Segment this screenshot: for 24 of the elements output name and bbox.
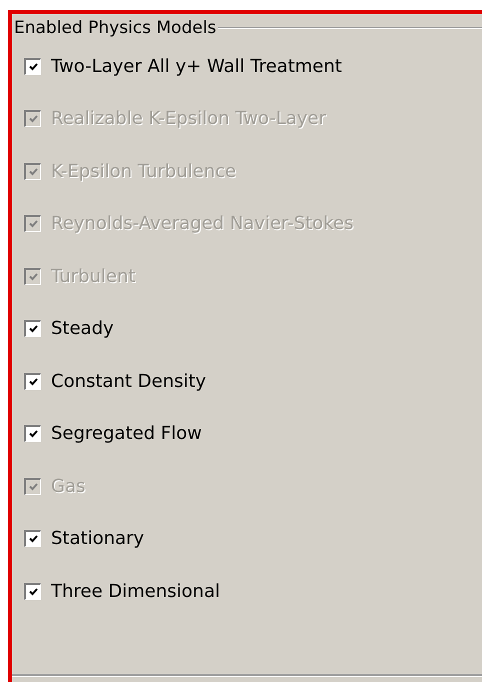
check-icon: [28, 430, 38, 438]
checkbox-label: Steady: [51, 318, 114, 339]
checkbox[interactable]: [24, 530, 41, 547]
checkbox[interactable]: [24, 582, 41, 600]
check-icon: [28, 588, 38, 596]
checkbox-label: Two-Layer All y+ Wall Treatment: [51, 56, 342, 76]
check-icon: [28, 482, 38, 490]
check-icon: [28, 115, 38, 123]
check-icon: [28, 62, 38, 70]
checkbox[interactable]: [24, 372, 41, 390]
check-icon: [28, 535, 38, 543]
checkbox-label: Three Dimensional: [51, 580, 220, 602]
checkbox[interactable]: [24, 58, 41, 74]
check-icon: [28, 378, 38, 386]
check-icon: [28, 272, 38, 280]
checkbox-label: Constant Density: [51, 370, 206, 392]
check-icon: [28, 325, 38, 333]
checkbox-label: Stationary: [51, 528, 144, 549]
group-title: Enabled Physics Models: [13, 18, 218, 38]
check-icon: [28, 168, 38, 176]
check-icon: [28, 220, 38, 228]
checkbox[interactable]: [24, 425, 41, 442]
checkbox-label: Segregated Flow: [51, 423, 202, 444]
checkbox[interactable]: [24, 320, 41, 337]
